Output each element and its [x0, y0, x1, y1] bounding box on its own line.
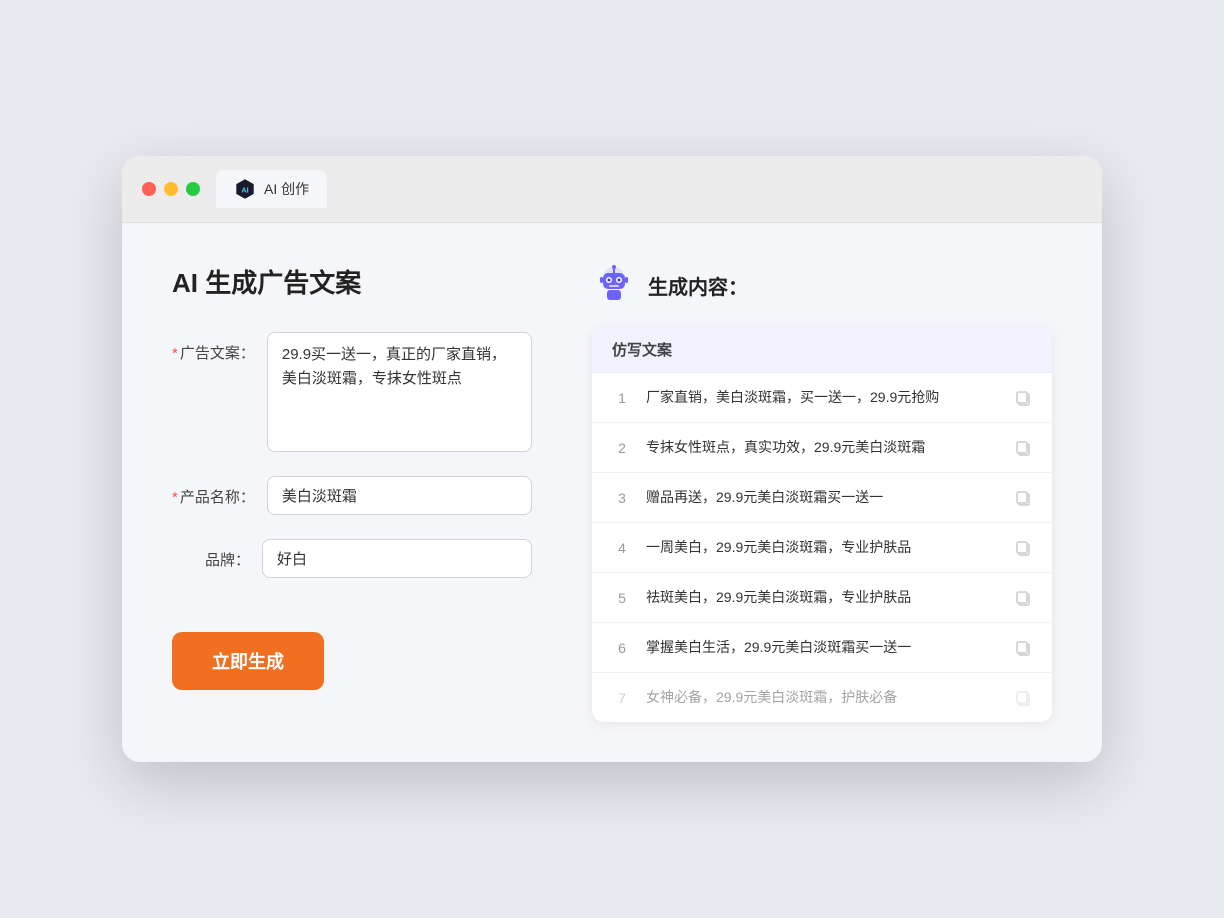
result-card: 仿写文案 1 厂家直销，美白淡斑霜，买一送一，29.9元抢购 2 专抹女性斑点，…	[592, 327, 1052, 722]
result-item: 2 专抹女性斑点，真实功效，29.9元美白淡斑霜	[592, 423, 1052, 473]
result-text: 赠品再送，29.9元美白淡斑霜买一送一	[646, 487, 1000, 508]
result-text: 掌握美白生活，29.9元美白淡斑霜买一送一	[646, 637, 1000, 658]
ai-tab[interactable]: AI AI 创作	[216, 170, 327, 208]
ai-tab-icon: AI	[234, 178, 256, 200]
result-item: 1 厂家直销，美白淡斑霜，买一送一，29.9元抢购	[592, 373, 1052, 423]
minimize-button[interactable]	[164, 182, 178, 196]
result-card-header: 仿写文案	[592, 327, 1052, 373]
result-item: 4 一周美白，29.9元美白淡斑霜，专业护肤品	[592, 523, 1052, 573]
ad-copy-textarea[interactable]: 29.9买一送一，真正的厂家直销，美白淡斑霜，专抹女性斑点	[267, 332, 532, 452]
result-num: 7	[612, 690, 632, 706]
result-num: 1	[612, 390, 632, 406]
copy-icon[interactable]	[1014, 689, 1032, 707]
page-title: AI 生成广告文案	[172, 263, 532, 300]
right-panel: 生成内容： 仿写文案 1 厂家直销，美白淡斑霜，买一送一，29.9元抢购 2	[592, 263, 1052, 722]
result-item-faded: 7 女神必备，29.9元美白淡斑霜，护肤必备	[592, 673, 1052, 722]
result-item: 5 祛斑美白，29.9元美白淡斑霜，专业护肤品	[592, 573, 1052, 623]
result-num: 2	[612, 440, 632, 456]
close-button[interactable]	[142, 182, 156, 196]
result-num: 3	[612, 490, 632, 506]
brand-label: 品牌：	[172, 539, 262, 570]
result-title: 生成内容：	[648, 271, 748, 300]
copy-icon[interactable]	[1014, 439, 1032, 457]
result-text: 厂家直销，美白淡斑霜，买一送一，29.9元抢购	[646, 387, 1000, 408]
result-text: 女神必备，29.9元美白淡斑霜，护肤必备	[646, 687, 1000, 708]
copy-icon[interactable]	[1014, 539, 1032, 557]
copy-icon[interactable]	[1014, 589, 1032, 607]
ad-copy-field-group: *广告文案： 29.9买一送一，真正的厂家直销，美白淡斑霜，专抹女性斑点	[172, 332, 532, 452]
robot-icon	[592, 263, 636, 307]
left-panel: AI 生成广告文案 *广告文案： 29.9买一送一，真正的厂家直销，美白淡斑霜，…	[172, 263, 532, 722]
copy-icon[interactable]	[1014, 639, 1032, 657]
product-name-input[interactable]	[267, 476, 532, 515]
browser-content: AI 生成广告文案 *广告文案： 29.9买一送一，真正的厂家直销，美白淡斑霜，…	[122, 223, 1102, 762]
generate-button[interactable]: 立即生成	[172, 632, 324, 690]
maximize-button[interactable]	[186, 182, 200, 196]
result-text: 祛斑美白，29.9元美白淡斑霜，专业护肤品	[646, 587, 1000, 608]
traffic-lights	[142, 182, 200, 196]
ad-copy-label: *广告文案：	[172, 332, 267, 363]
result-header: 生成内容：	[592, 263, 1052, 307]
result-list: 1 厂家直销，美白淡斑霜，买一送一，29.9元抢购 2 专抹女性斑点，真实功效，…	[592, 373, 1052, 722]
copy-icon[interactable]	[1014, 389, 1032, 407]
browser-titlebar: AI AI 创作	[122, 156, 1102, 223]
brand-input[interactable]	[262, 539, 532, 578]
result-text: 一周美白，29.9元美白淡斑霜，专业护肤品	[646, 537, 1000, 558]
result-text: 专抹女性斑点，真实功效，29.9元美白淡斑霜	[646, 437, 1000, 458]
result-item: 3 赠品再送，29.9元美白淡斑霜买一送一	[592, 473, 1052, 523]
required-star-1: *	[172, 345, 178, 362]
result-num: 4	[612, 540, 632, 556]
product-name-field-group: *产品名称：	[172, 476, 532, 515]
browser-window: AI AI 创作 AI 生成广告文案 *广告文案： 29.9买一送一，真正的厂家…	[122, 156, 1102, 762]
result-num: 6	[612, 640, 632, 656]
result-num: 5	[612, 590, 632, 606]
brand-field-group: 品牌：	[172, 539, 532, 578]
tab-label: AI 创作	[264, 179, 309, 199]
product-name-label: *产品名称：	[172, 476, 267, 507]
result-item: 6 掌握美白生活，29.9元美白淡斑霜买一送一	[592, 623, 1052, 673]
svg-text:AI: AI	[241, 186, 248, 195]
required-star-2: *	[172, 489, 178, 506]
copy-icon[interactable]	[1014, 489, 1032, 507]
